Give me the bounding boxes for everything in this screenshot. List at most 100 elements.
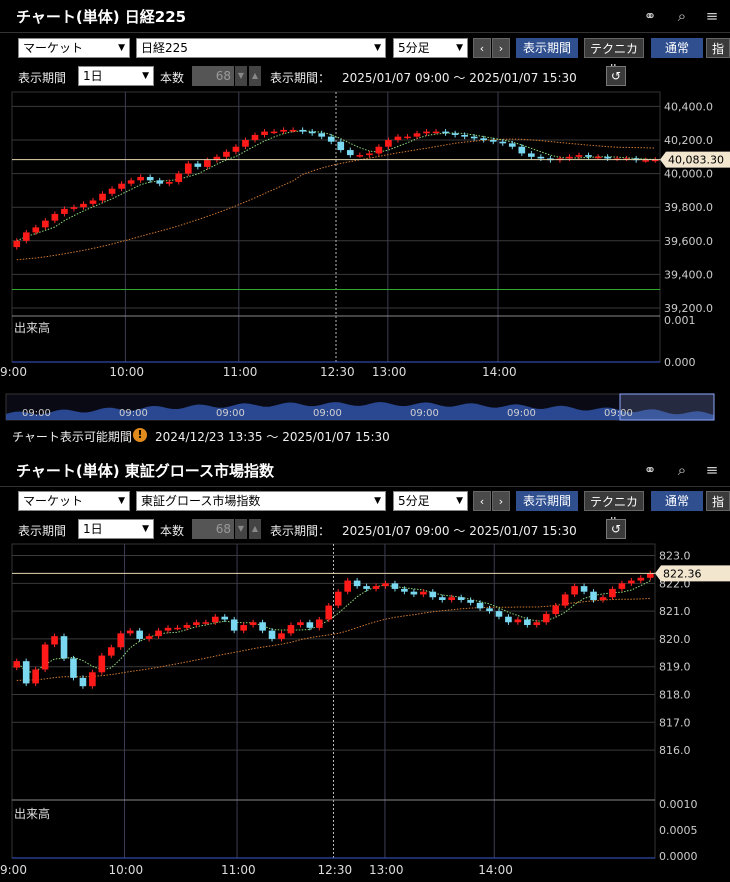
- chevron-down-icon: ▼: [374, 496, 381, 506]
- title-bar: チャート(単体) 日経225 ⚭ ⌕ ≡: [0, 0, 730, 33]
- technical-button[interactable]: テクニカル: [584, 38, 644, 76]
- count-down-button[interactable]: ▼: [235, 519, 247, 539]
- link-icon[interactable]: ⚭: [641, 7, 659, 25]
- period-button[interactable]: 表示期間: [516, 38, 578, 58]
- candle: [561, 594, 569, 606]
- market-select-value: マーケット: [23, 41, 84, 55]
- candle: [89, 200, 97, 204]
- period-select[interactable]: 1日 ▼: [78, 519, 154, 539]
- warning-icon[interactable]: !: [133, 428, 147, 442]
- count-up-button[interactable]: ▲: [249, 519, 261, 539]
- candle: [221, 616, 229, 620]
- y-tick-label: 823.0: [659, 550, 691, 563]
- x-tick-label: 14:00: [478, 863, 513, 877]
- count-up-button[interactable]: ▲: [249, 66, 261, 86]
- navigator-window-handle: [619, 393, 715, 421]
- candle: [470, 136, 478, 139]
- candle: [618, 583, 626, 589]
- refresh-icon[interactable]: ↺: [606, 519, 626, 539]
- index-button[interactable]: 指: [706, 38, 730, 58]
- candle: [32, 669, 39, 684]
- candle: [306, 622, 314, 628]
- next-button[interactable]: ›: [492, 491, 510, 511]
- candle: [438, 597, 446, 601]
- candle: [594, 156, 602, 159]
- interval-select[interactable]: 5分足 ▼: [393, 491, 468, 511]
- x-tick-label: 13:00: [369, 863, 404, 877]
- search-icon[interactable]: ⌕: [673, 461, 691, 479]
- x-tick-label: 10:00: [109, 365, 144, 379]
- candle: [566, 156, 573, 159]
- interval-select-value: 5分足: [398, 494, 430, 508]
- menu-icon[interactable]: ≡: [703, 461, 721, 479]
- refresh-icon[interactable]: ↺: [606, 66, 626, 86]
- price-chart[interactable]: 823.0822.0821.0820.0819.0818.0817.0816.0…: [0, 542, 730, 880]
- candle: [183, 625, 191, 628]
- candle: [194, 163, 202, 167]
- candle: [528, 153, 535, 157]
- chevron-down-icon: ▼: [142, 524, 149, 534]
- candle: [117, 633, 125, 648]
- candle: [552, 605, 560, 614]
- count-label: 本数: [160, 524, 185, 538]
- volume-tick-label: 0.0000: [659, 850, 698, 863]
- candle: [599, 597, 607, 601]
- candle: [327, 136, 335, 142]
- market-select[interactable]: マーケット ▼: [18, 491, 130, 511]
- candle: [585, 155, 592, 157]
- link-icon[interactable]: ⚭: [641, 461, 659, 479]
- period-select[interactable]: 1日 ▼: [78, 66, 154, 86]
- index-button[interactable]: 指: [706, 491, 730, 511]
- candle: [42, 220, 49, 228]
- prev-button[interactable]: ‹: [473, 491, 491, 511]
- count-down-button[interactable]: ▼: [235, 66, 247, 86]
- candle: [356, 155, 364, 157]
- candle: [642, 160, 650, 162]
- y-tick-label: 819.0: [659, 661, 691, 674]
- normal-button[interactable]: 通常: [651, 38, 703, 58]
- symbol-select[interactable]: 東証グロース市場指数 ▼: [136, 491, 386, 511]
- volume-label: 出来高: [14, 806, 50, 821]
- candle: [60, 636, 68, 659]
- price-tag-label: 40,083.30: [668, 154, 724, 167]
- x-tick-label: 14:00: [482, 365, 517, 379]
- candle: [637, 577, 645, 581]
- candle: [590, 591, 597, 601]
- candle: [385, 140, 392, 147]
- candle: [628, 580, 635, 584]
- candle: [51, 636, 58, 645]
- menu-icon[interactable]: ≡: [703, 7, 721, 25]
- prev-button[interactable]: ‹: [473, 38, 491, 58]
- candle: [476, 602, 484, 609]
- chevron-down-icon: ▼: [142, 71, 149, 81]
- period-button[interactable]: 表示期間: [516, 491, 578, 511]
- normal-button[interactable]: 通常: [651, 491, 703, 511]
- panel-title: チャート(単体) 日経225: [16, 8, 187, 26]
- chart-panel-nikkei: チャート(単体) 日経225 ⚭ ⌕ ≡ マーケット ▼ 日経225 ▼ 5分足 ▼ …: [0, 0, 730, 452]
- candle: [382, 583, 389, 587]
- volume-tick-label: 0.0010: [659, 798, 698, 811]
- y-tick-label: 40,400.0: [664, 100, 713, 113]
- price-chart[interactable]: 40,400.0 40,200.0 40,000.0 39,800.0 39,600.0…: [0, 90, 730, 390]
- technical-button[interactable]: テクニカル: [584, 491, 644, 529]
- range-label: 表示期間：: [270, 524, 331, 538]
- interval-select[interactable]: 5分足 ▼: [393, 38, 468, 58]
- navigator[interactable]: 09:00 09:00 09:00 09:00 09:00 09:00 09:00: [0, 392, 730, 422]
- candle: [432, 131, 440, 134]
- navigator-tick-label: 09:00: [313, 408, 342, 419]
- candle: [232, 146, 240, 152]
- symbol-select[interactable]: 日経225 ▼: [136, 38, 386, 58]
- count-input[interactable]: 68: [192, 519, 234, 539]
- candle: [442, 131, 449, 134]
- candle: [537, 156, 545, 159]
- search-icon[interactable]: ⌕: [673, 7, 691, 25]
- candle: [308, 131, 316, 134]
- candle: [346, 150, 354, 156]
- candle: [61, 208, 68, 214]
- market-select[interactable]: マーケット ▼: [18, 38, 130, 58]
- candle: [391, 583, 399, 589]
- candle: [542, 613, 550, 623]
- count-input[interactable]: 68: [192, 66, 234, 86]
- next-button[interactable]: ›: [492, 38, 510, 58]
- candle: [165, 182, 173, 184]
